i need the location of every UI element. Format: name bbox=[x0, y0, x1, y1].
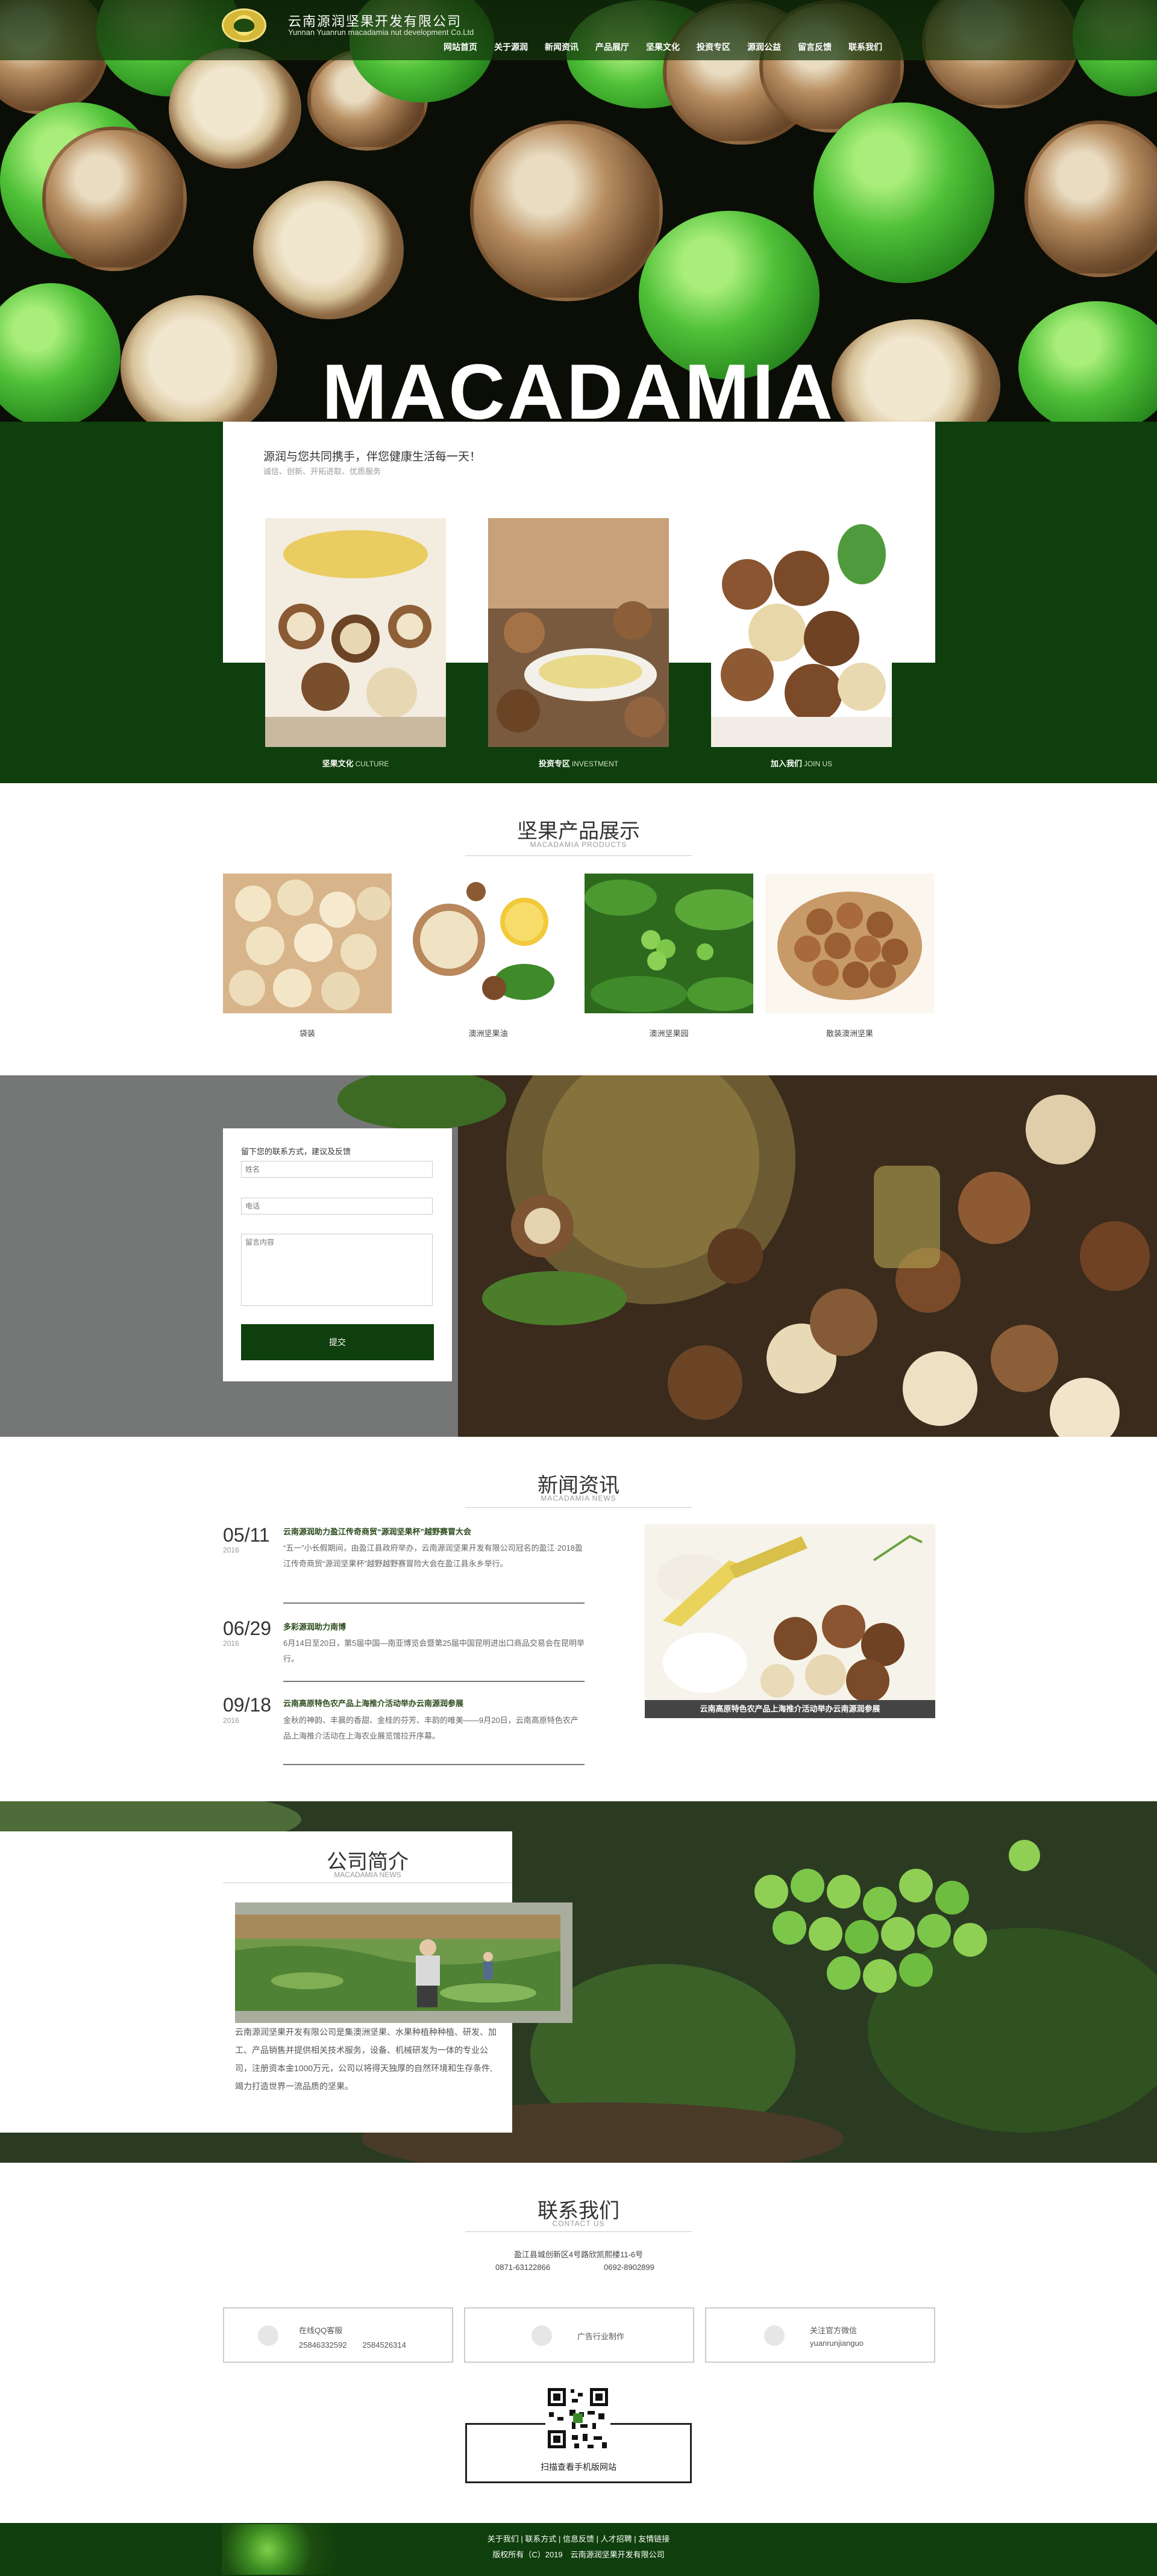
weibo-box[interactable]: 广告行业制作 bbox=[464, 2307, 694, 2363]
feature-label-join[interactable]: 加入我们 JOIN US bbox=[711, 757, 892, 769]
qq-icon bbox=[258, 2325, 278, 2346]
news-headline[interactable]: 多彩源润助力南博 bbox=[283, 1621, 591, 1632]
product-image bbox=[765, 874, 934, 1013]
product-card[interactable] bbox=[765, 874, 934, 1013]
contact-box-detail: 25846332592 2584526314 bbox=[299, 2340, 406, 2349]
news-date: 09/18 bbox=[223, 1694, 272, 1716]
feature-label-investment[interactable]: 投资专区 INVESTMENT bbox=[488, 757, 669, 769]
news-divider bbox=[283, 1681, 585, 1682]
feedback-background bbox=[0, 1075, 1157, 1437]
phone-input[interactable] bbox=[241, 1198, 433, 1215]
site-header: 云南源润坚果开发有限公司 Yunnan Yuanrun macadamia nu… bbox=[0, 0, 1157, 60]
hero-title: MACADAMIA bbox=[322, 348, 835, 436]
divider bbox=[465, 1507, 692, 1508]
product-card[interactable] bbox=[223, 874, 392, 1013]
news-year: 2016 bbox=[223, 1546, 239, 1554]
product-image bbox=[404, 874, 572, 1013]
news-summary: 6月14日至20日，第5届中国—南亚博览会暨第25届中国昆明进出口商品交易会在昆… bbox=[283, 1639, 585, 1663]
message-textarea[interactable] bbox=[241, 1234, 433, 1306]
news-divider bbox=[283, 1602, 585, 1604]
nav-about[interactable]: 关于源润 bbox=[486, 41, 536, 53]
slogan-sub: 诚信、创新、开拓进取、优质服务 bbox=[263, 467, 381, 476]
footer-links[interactable]: 关于我们 | 联系方式 | 信息反馈 | 人才招聘 | 友情链接 bbox=[0, 2533, 1157, 2544]
company-logo[interactable] bbox=[222, 8, 266, 42]
products-title: 坚果产品展示 bbox=[517, 820, 640, 843]
contact-box-title: 在线QQ客服 bbox=[299, 2326, 343, 2335]
nut-image bbox=[42, 127, 187, 271]
feature-card-investment[interactable] bbox=[488, 518, 669, 747]
contact-phone: 0871-63122866 bbox=[495, 2263, 551, 2272]
news-summary: 金秋的神韵、丰晨的香甜、金桂的芬芳、丰韵的唯美——9月20日，云南高原特色农产品… bbox=[283, 1716, 578, 1740]
qq-service-box[interactable]: 在线QQ客服 25846332592 2584526314 bbox=[223, 2307, 453, 2363]
news-photo bbox=[645, 1524, 935, 1718]
feedback-section bbox=[0, 1075, 1157, 1437]
product-caption[interactable]: 澳洲坚果油 bbox=[404, 1027, 572, 1039]
news-headline[interactable]: 云南高原特色农产品上海推介活动举办云南源润参展 bbox=[283, 1697, 591, 1708]
about-text: 云南源润坚果开发有限公司是集澳洲坚果、水果种植种种植、研发、加工、产品销售并提供… bbox=[235, 2027, 497, 2091]
company-name-en: Yunnan Yuanrun macadamia nut development… bbox=[288, 28, 474, 37]
submit-button[interactable]: 提交 bbox=[241, 1324, 434, 1360]
weibo-icon bbox=[531, 2325, 552, 2346]
contact-box-title: 关注官方微信 bbox=[810, 2326, 858, 2335]
about-photo bbox=[235, 1915, 560, 2011]
nav-feedback[interactable]: 留言反馈 bbox=[789, 41, 840, 53]
feature-label-culture[interactable]: 坚果文化 CULTURE bbox=[265, 757, 446, 769]
nav-charity[interactable]: 源润公益 bbox=[739, 41, 789, 53]
investment-image bbox=[488, 518, 669, 747]
about-subtitle: MACADAMIA NEWS bbox=[334, 1871, 401, 1879]
feature-card-join[interactable] bbox=[711, 518, 892, 747]
qr-code-image bbox=[545, 2386, 610, 2451]
product-card[interactable] bbox=[404, 874, 572, 1013]
divider bbox=[465, 2231, 692, 2232]
nav-news[interactable]: 新闻资讯 bbox=[536, 41, 587, 53]
contact-box-title: 广告行业制作 bbox=[577, 2332, 625, 2341]
nav-investment[interactable]: 投资专区 bbox=[688, 41, 739, 53]
news-summary: “五一”小长假期间，由盈江县政府举办，云南源润坚果开发有限公司冠名的盈江·201… bbox=[283, 1543, 583, 1568]
product-caption[interactable]: 散装澳洲坚果 bbox=[765, 1027, 934, 1039]
contact-box-detail: yuanrunjianguo bbox=[810, 2339, 864, 2348]
product-card[interactable] bbox=[585, 874, 753, 1013]
farm-image bbox=[235, 1915, 560, 2011]
news-date: 05/11 bbox=[223, 1524, 270, 1546]
main-nav: 网站首页 关于源润 新闻资讯 产品展厅 坚果文化 投资专区 源润公益 留言反馈 … bbox=[435, 41, 891, 53]
wechat-box[interactable]: 关注官方微信 yuanrunjianguo bbox=[705, 2307, 935, 2363]
news-year: 2016 bbox=[223, 1716, 239, 1725]
product-image bbox=[223, 874, 392, 1013]
contact-address: 盈江县城创新区4号路欣凯熙楼11-6号 bbox=[513, 2250, 644, 2259]
nav-products[interactable]: 产品展厅 bbox=[587, 41, 638, 53]
product-caption[interactable]: 袋装 bbox=[223, 1027, 392, 1039]
qr-caption: 扫描查看手机版网站 bbox=[541, 2462, 616, 2472]
contact-phone: 0692-8902899 bbox=[604, 2263, 654, 2272]
nut-image bbox=[470, 120, 663, 301]
feature-card-culture[interactable] bbox=[265, 518, 446, 747]
nav-contact[interactable]: 联系我们 bbox=[840, 41, 891, 53]
wechat-icon bbox=[764, 2325, 785, 2346]
form-title: 留下您的联系方式，建议及反馈 bbox=[241, 1147, 351, 1156]
nut-image bbox=[169, 48, 301, 169]
news-year: 2016 bbox=[223, 1639, 239, 1648]
culture-image bbox=[265, 518, 446, 747]
news-subtitle: MACADAMIA NEWS bbox=[541, 1494, 616, 1502]
news-headline[interactable]: 云南源润助力盈江传奇商贸“源润坚果杯”越野赛冒大会 bbox=[283, 1525, 591, 1537]
product-caption[interactable]: 澳洲坚果园 bbox=[585, 1027, 753, 1039]
products-subtitle: MACADAMIA PRODUCTS bbox=[530, 840, 627, 849]
news-date: 06/29 bbox=[223, 1618, 272, 1639]
nut-image bbox=[253, 181, 404, 319]
news-image[interactable] bbox=[645, 1524, 935, 1718]
name-input[interactable] bbox=[241, 1161, 433, 1178]
join-image bbox=[711, 518, 892, 747]
product-image bbox=[585, 874, 753, 1013]
nut-image bbox=[814, 102, 994, 283]
nav-home[interactable]: 网站首页 bbox=[435, 41, 486, 53]
slogan: 源润与您共同携手，伴您健康生活每一天！ bbox=[263, 451, 481, 463]
nut-image bbox=[1024, 120, 1157, 277]
nav-culture[interactable]: 坚果文化 bbox=[638, 41, 688, 53]
news-divider bbox=[283, 1764, 585, 1765]
qr-code[interactable] bbox=[545, 2386, 610, 2451]
news-image-caption[interactable]: 云南高原特色农产品上海推介活动举办云南源润参展 bbox=[645, 1700, 935, 1718]
footer-copyright: 版权所有（C）2019 云南源润坚果开发有限公司 bbox=[492, 2550, 665, 2559]
contact-subtitle: CONTACT US bbox=[552, 2219, 605, 2228]
divider bbox=[465, 855, 692, 856]
